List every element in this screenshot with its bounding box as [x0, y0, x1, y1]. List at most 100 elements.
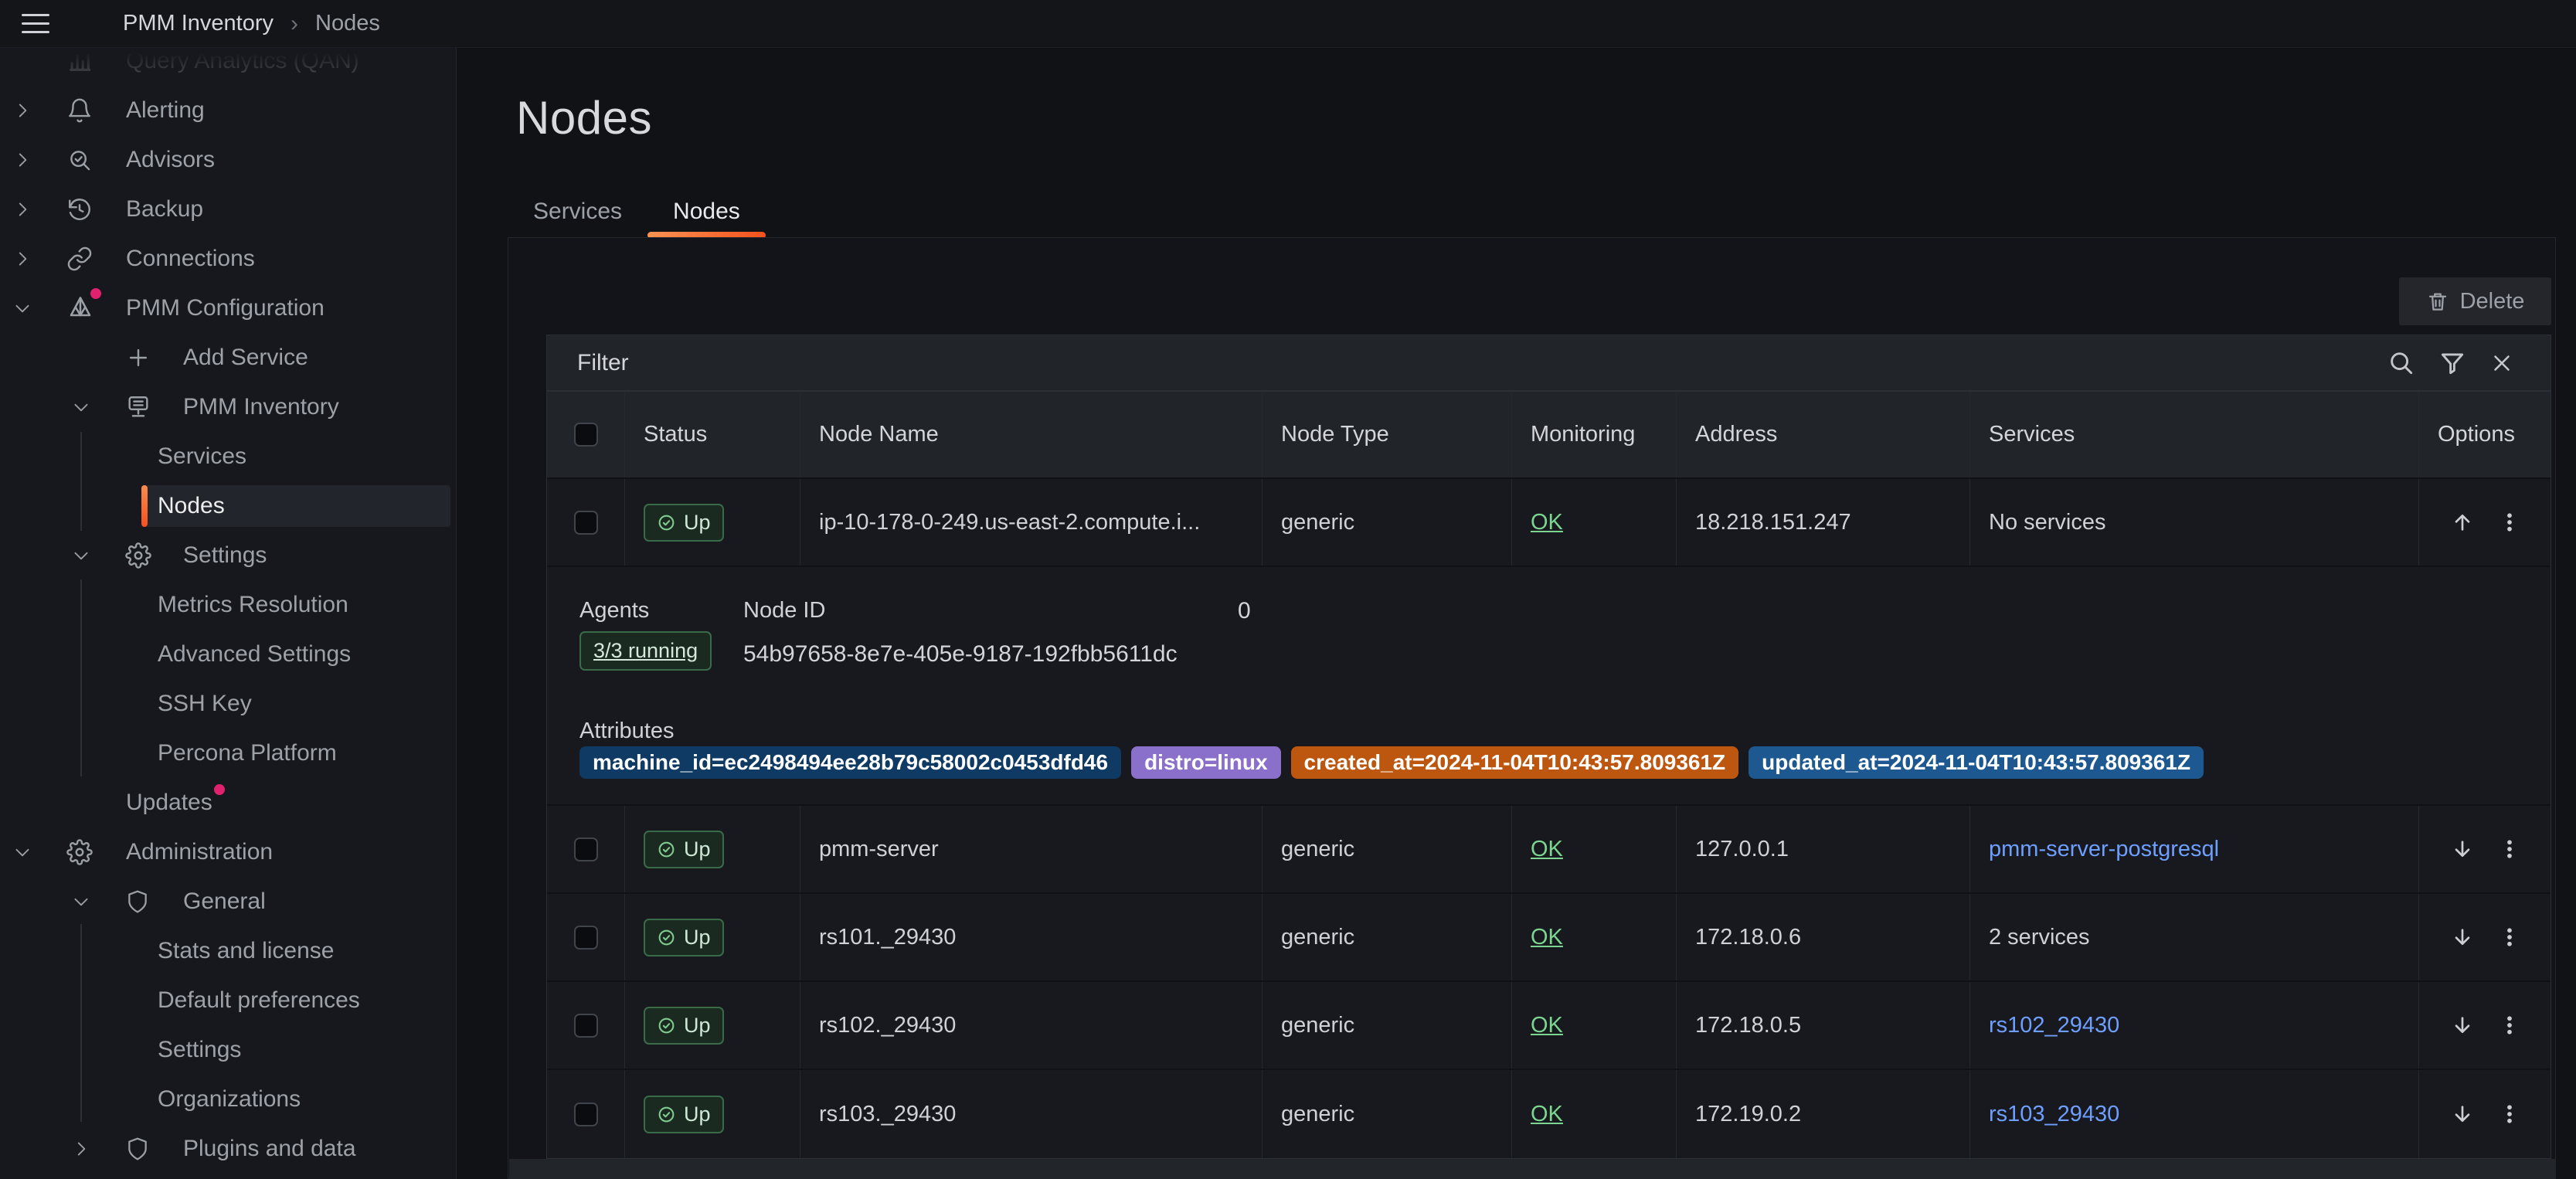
bar-chart-icon: [66, 48, 93, 74]
node-services: 2 services: [1989, 925, 2090, 950]
service-link[interactable]: rs102_29430: [1989, 1013, 2119, 1038]
attributes-badges: machine_id=ec2498494ee28b79c58002c0453df…: [579, 746, 2204, 779]
attributes-label: Attributes: [579, 719, 675, 744]
node-name: ip-10-178-0-249.us-east-2.compute.i...: [819, 510, 1200, 535]
sidebar-item-pmm-configuration[interactable]: PMM Configuration: [0, 284, 457, 333]
column-header-monitoring[interactable]: Monitoring: [1512, 392, 1677, 477]
node-name: pmm-server: [819, 837, 939, 862]
monitoring-link[interactable]: OK: [1531, 1013, 1563, 1038]
kebab-menu-icon[interactable]: [2498, 1014, 2521, 1037]
filter-bar[interactable]: Filter: [546, 335, 2551, 391]
filter-funnel-icon[interactable]: [2438, 348, 2467, 378]
breadcrumb-pmm-inventory[interactable]: PMM Inventory: [123, 11, 274, 36]
monitoring-link[interactable]: OK: [1531, 510, 1563, 535]
tab-services[interactable]: Services: [508, 185, 647, 237]
status-badge: Up: [644, 831, 724, 868]
chevron-down-icon[interactable]: [71, 892, 91, 912]
kebab-menu-icon[interactable]: [2498, 838, 2521, 861]
delete-button[interactable]: Delete: [2399, 277, 2551, 325]
chevron-right-icon[interactable]: [12, 150, 32, 170]
sidebar-item-updates[interactable]: Updates: [0, 778, 457, 827]
percona-logo-icon: [66, 294, 94, 322]
sidebar-item-services[interactable]: Services: [0, 432, 457, 481]
sidebar-item-advisors[interactable]: Advisors: [0, 135, 457, 185]
node-type: generic: [1281, 925, 1354, 950]
expand-row-arrow-down-icon[interactable]: [2450, 837, 2475, 861]
sidebar-item-advanced-settings[interactable]: Advanced Settings: [0, 630, 457, 679]
column-header-node-type[interactable]: Node Type: [1263, 392, 1512, 477]
sidebar-item-pmm-inventory[interactable]: PMM Inventory: [0, 382, 457, 432]
sidebar-item-plugins-and-data[interactable]: Plugins and data: [0, 1124, 457, 1174]
agents-running-badge[interactable]: 3/3 running: [579, 631, 712, 671]
sidebar-item-administration[interactable]: Administration: [0, 827, 457, 877]
sidebar-item-general[interactable]: General: [0, 877, 457, 926]
column-header-status[interactable]: Status: [625, 392, 800, 477]
check-circle-icon: [657, 513, 676, 532]
plus-icon: [125, 345, 151, 371]
sidebar-item-nodes[interactable]: Nodes: [0, 481, 457, 531]
sidebar-item-settings[interactable]: Settings: [0, 531, 457, 580]
sidebar-item-default-preferences[interactable]: Default preferences: [0, 976, 457, 1025]
service-link[interactable]: pmm-server-postgresql: [1989, 837, 2219, 862]
monitoring-link[interactable]: OK: [1531, 1102, 1563, 1127]
chevron-right-icon[interactable]: [71, 1139, 91, 1159]
chevron-down-icon[interactable]: [71, 397, 91, 417]
check-circle-icon: [657, 1016, 676, 1035]
column-header-services[interactable]: Services: [1970, 392, 2419, 477]
node-name: rs102._29430: [819, 1013, 956, 1038]
sidebar-item-connections[interactable]: Connections: [0, 234, 457, 284]
row-checkbox[interactable]: [574, 1103, 598, 1126]
collapse-row-arrow-up-icon[interactable]: [2450, 510, 2475, 535]
hamburger-menu-icon[interactable]: [22, 14, 49, 34]
top-bar: PMM Inventory › Nodes: [0, 0, 2576, 48]
kebab-menu-icon[interactable]: [2498, 1103, 2521, 1126]
attribute-badge-distro: distro=linux: [1131, 746, 1280, 779]
tab-nodes[interactable]: Nodes: [647, 185, 766, 237]
close-icon[interactable]: [2489, 350, 2515, 376]
breadcrumb-nodes: Nodes: [315, 11, 380, 36]
sidebar-item-stats-and-license[interactable]: Stats and license: [0, 926, 457, 976]
kebab-menu-icon[interactable]: [2498, 926, 2521, 949]
chevron-down-icon[interactable]: [71, 545, 91, 566]
sidebar-item-ssh-key[interactable]: SSH Key: [0, 679, 457, 729]
monitoring-link[interactable]: OK: [1531, 925, 1563, 950]
server-icon: [125, 394, 151, 420]
sidebar-item-settings-admin[interactable]: Settings: [0, 1025, 457, 1075]
search-icon[interactable]: [2387, 348, 2416, 378]
sidebar-item-percona-platform[interactable]: Percona Platform: [0, 729, 457, 778]
chevron-right-icon[interactable]: [12, 100, 32, 121]
select-all-checkbox[interactable]: [574, 423, 598, 447]
kebab-menu-icon[interactable]: [2498, 511, 2521, 534]
row-checkbox[interactable]: [574, 838, 598, 861]
table-row: Up ip-10-178-0-249.us-east-2.compute.i..…: [547, 479, 2551, 567]
trash-icon: [2426, 290, 2449, 313]
service-link[interactable]: rs103_29430: [1989, 1102, 2119, 1127]
node-address: 172.18.0.6: [1695, 925, 1801, 950]
sidebar-item-organizations[interactable]: Organizations: [0, 1075, 457, 1124]
expand-row-arrow-down-icon[interactable]: [2450, 1102, 2475, 1126]
expanded-node-details: Agents Node ID 0 3/3 running 54b97658-8e…: [547, 567, 2551, 806]
chevron-down-icon[interactable]: [12, 842, 32, 862]
row-checkbox[interactable]: [574, 1014, 598, 1038]
column-header-options: Options: [2419, 392, 2549, 477]
row-checkbox[interactable]: [574, 926, 598, 950]
chevron-right-icon[interactable]: [12, 249, 32, 269]
agents-count: 0: [1238, 598, 1251, 624]
chevron-right-icon[interactable]: [12, 199, 32, 219]
node-address: 172.19.0.2: [1695, 1102, 1801, 1127]
monitoring-link[interactable]: OK: [1531, 837, 1563, 862]
breadcrumb: PMM Inventory › Nodes: [123, 11, 380, 37]
sidebar-item-metrics-resolution[interactable]: Metrics Resolution: [0, 580, 457, 630]
sidebar-item-alerting[interactable]: Alerting: [0, 86, 457, 135]
status-badge: Up: [644, 919, 724, 956]
column-header-address[interactable]: Address: [1677, 392, 1970, 477]
expand-row-arrow-down-icon[interactable]: [2450, 925, 2475, 950]
sidebar-item-add-service[interactable]: Add Service: [0, 333, 457, 382]
expand-row-arrow-down-icon[interactable]: [2450, 1013, 2475, 1038]
chevron-down-icon[interactable]: [12, 298, 32, 318]
node-id-label: Node ID: [743, 598, 825, 623]
sidebar-item-backup[interactable]: Backup: [0, 185, 457, 234]
row-checkbox[interactable]: [574, 511, 598, 535]
advisors-search-icon: [66, 147, 93, 173]
column-header-node-name[interactable]: Node Name: [800, 392, 1263, 477]
